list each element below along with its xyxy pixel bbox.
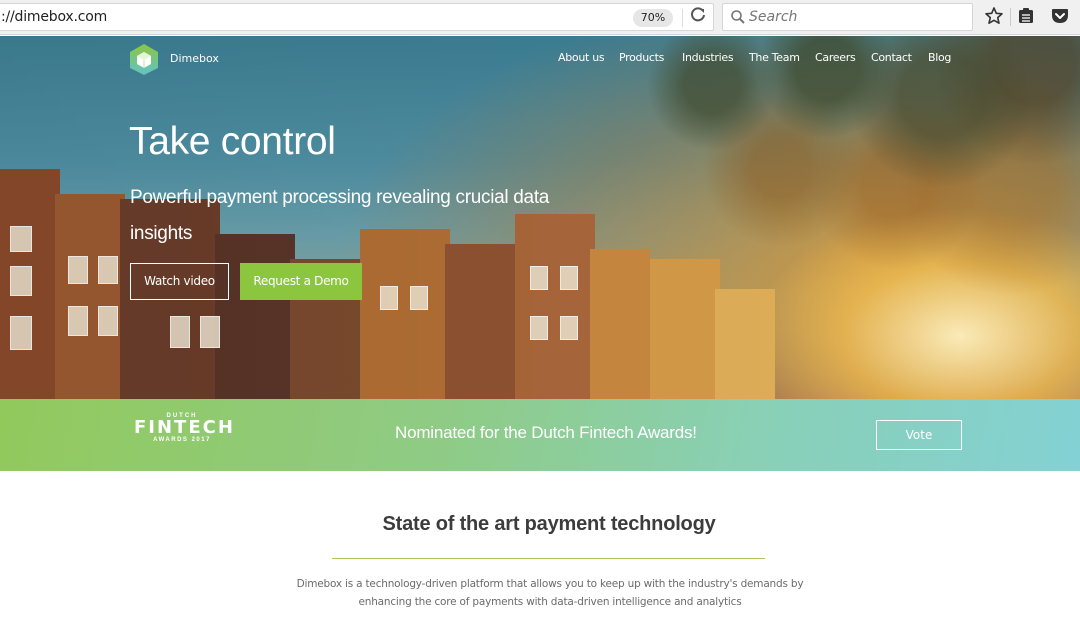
brand-name[interactable]: Dimebox (170, 52, 219, 65)
hero-headline: Take control (129, 120, 336, 163)
pocket-icon[interactable] (1050, 6, 1072, 28)
dimebox-logo-icon[interactable] (129, 43, 159, 76)
watch-video-button[interactable]: Watch video (130, 263, 229, 300)
url-text[interactable]: ://dimebox.com (1, 9, 107, 25)
address-bar[interactable]: ://dimebox.com 70% (0, 3, 714, 31)
search-input[interactable] (749, 6, 964, 28)
section-title: State of the art payment technology (382, 513, 716, 535)
reading-list-icon[interactable] (1016, 6, 1038, 28)
nav-about-us[interactable]: About us (558, 51, 605, 64)
awards-banner: DUTCH FINTECH AWARDS 2017 Nominated for … (0, 399, 1080, 471)
divider (1010, 8, 1011, 26)
divider (332, 558, 765, 559)
nav-the-team[interactable]: The Team (749, 51, 800, 64)
nav-blog[interactable]: Blog (928, 51, 951, 64)
nav-products[interactable]: Products (619, 51, 664, 64)
zoom-level-badge[interactable]: 70% (633, 9, 673, 27)
search-icon (730, 9, 746, 25)
hero-subheadline: Powerful payment processing revealing cr… (130, 187, 550, 244)
search-bar[interactable] (722, 3, 973, 31)
nav-careers[interactable]: Careers (815, 51, 856, 64)
divider (682, 9, 683, 27)
section-body: Dimebox is a technology-driven platform … (296, 578, 804, 608)
awards-message: Nominated for the Dutch Fintech Awards! (395, 423, 697, 442)
star-icon[interactable] (984, 6, 1006, 28)
vote-button[interactable]: Vote (876, 420, 962, 450)
fintech-awards-logo: DUTCH FINTECH AWARDS 2017 (134, 413, 235, 443)
reload-icon[interactable] (687, 7, 709, 29)
nav-contact[interactable]: Contact (871, 51, 912, 64)
site-nav: Dimebox About us Products Industries The… (0, 36, 1080, 86)
request-demo-button[interactable]: Request a Demo (240, 263, 362, 300)
fintech-logo-main: FINTECH (134, 417, 235, 438)
hero-section: Dimebox About us Products Industries The… (0, 36, 1080, 399)
browser-toolbar: ://dimebox.com 70% (0, 0, 1080, 35)
nav-industries[interactable]: Industries (682, 51, 734, 64)
